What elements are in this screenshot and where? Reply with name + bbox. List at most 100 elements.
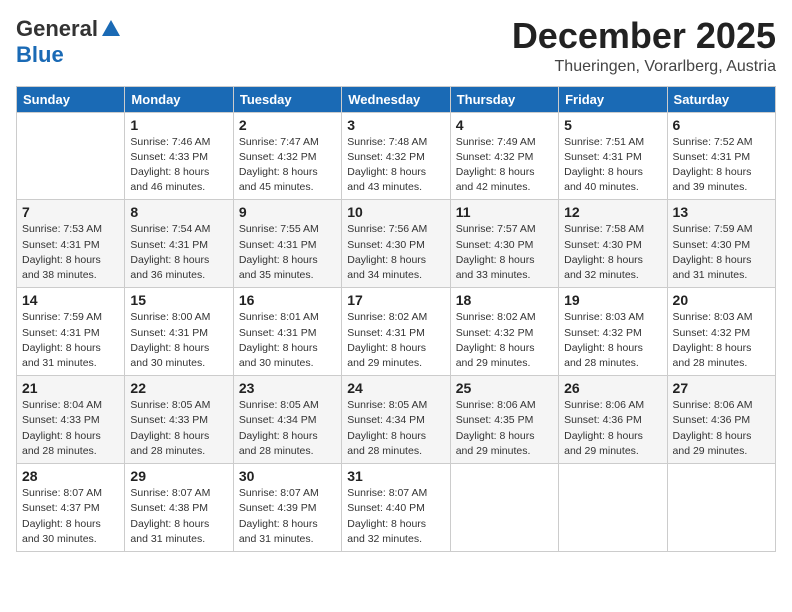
calendar-cell: 5Sunrise: 7:51 AMSunset: 4:31 PMDaylight… xyxy=(559,112,667,200)
day-number: 29 xyxy=(130,468,227,484)
calendar-cell: 26 Sunrise: 8:06 AMSunset: 4:36 PMDayligh… xyxy=(559,376,667,464)
calendar-cell: 30 Sunrise: 8:07 AMSunset: 4:39 PMDayligh… xyxy=(233,464,341,552)
day-number: 13 xyxy=(673,204,770,220)
day-number: 18 xyxy=(456,292,553,308)
day-number: 12 xyxy=(564,204,661,220)
day-info: Sunrise: 8:00 AMSunset: 4:31 PMDaylight:… xyxy=(130,310,227,371)
calendar-cell: 29 Sunrise: 8:07 AMSunset: 4:38 PMDayligh… xyxy=(125,464,233,552)
calendar-cell: 4 Sunrise: 7:49 AMSunset: 4:32 PMDaylight… xyxy=(450,112,558,200)
day-number: 7 xyxy=(22,204,119,220)
calendar-cell xyxy=(450,464,558,552)
calendar-week-row: 7Sunrise: 7:53 AMSunset: 4:31 PMDaylight… xyxy=(17,200,776,288)
calendar-cell: 8Sunrise: 7:54 AMSunset: 4:31 PMDaylight… xyxy=(125,200,233,288)
calendar-cell: 3Sunrise: 7:48 AMSunset: 4:32 PMDaylight… xyxy=(342,112,450,200)
day-number: 30 xyxy=(239,468,336,484)
calendar-week-row: 21 Sunrise: 8:04 AMSunset: 4:33 PMDayligh… xyxy=(17,376,776,464)
day-info: Sunrise: 8:04 AMSunset: 4:33 PMDaylight:… xyxy=(22,398,119,459)
day-number: 9 xyxy=(239,204,336,220)
day-info: Sunrise: 8:01 AMSunset: 4:31 PMDaylight:… xyxy=(239,310,336,371)
day-number: 15 xyxy=(130,292,227,308)
calendar-cell: 15 Sunrise: 8:00 AMSunset: 4:31 PMDayligh… xyxy=(125,288,233,376)
header-friday: Friday xyxy=(559,86,667,112)
day-info: Sunrise: 7:51 AMSunset: 4:31 PMDaylight:… xyxy=(564,135,661,196)
logo-icon xyxy=(100,18,122,40)
day-number: 22 xyxy=(130,380,227,396)
calendar-cell: 19 Sunrise: 8:03 AMSunset: 4:32 PMDayligh… xyxy=(559,288,667,376)
header-monday: Monday xyxy=(125,86,233,112)
day-info: Sunrise: 8:06 AMSunset: 4:36 PMDaylight:… xyxy=(564,398,661,459)
calendar-cell: 7Sunrise: 7:53 AMSunset: 4:31 PMDaylight… xyxy=(17,200,125,288)
calendar-cell: 27Sunrise: 8:06 AMSunset: 4:36 PMDayligh… xyxy=(667,376,775,464)
day-number: 1 xyxy=(130,117,227,133)
calendar-cell: 28Sunrise: 8:07 AMSunset: 4:37 PMDayligh… xyxy=(17,464,125,552)
day-info: Sunrise: 8:07 AMSunset: 4:38 PMDaylight:… xyxy=(130,486,227,547)
month-title: December 2025 xyxy=(512,16,776,56)
calendar-cell xyxy=(559,464,667,552)
day-number: 2 xyxy=(239,117,336,133)
day-number: 3 xyxy=(347,117,444,133)
day-number: 31 xyxy=(347,468,444,484)
day-number: 10 xyxy=(347,204,444,220)
calendar-cell: 11 Sunrise: 7:57 AMSunset: 4:30 PMDayligh… xyxy=(450,200,558,288)
calendar-cell: 14Sunrise: 7:59 AMSunset: 4:31 PMDayligh… xyxy=(17,288,125,376)
calendar-cell: 16 Sunrise: 8:01 AMSunset: 4:31 PMDayligh… xyxy=(233,288,341,376)
calendar-cell: 23Sunrise: 8:05 AMSunset: 4:34 PMDayligh… xyxy=(233,376,341,464)
logo: General Blue xyxy=(16,16,122,68)
day-number: 16 xyxy=(239,292,336,308)
day-number: 25 xyxy=(456,380,553,396)
day-number: 23 xyxy=(239,380,336,396)
day-info: Sunrise: 8:07 AMSunset: 4:40 PMDaylight:… xyxy=(347,486,444,547)
calendar-cell: 31 Sunrise: 8:07 AMSunset: 4:40 PMDayligh… xyxy=(342,464,450,552)
header: General Blue December 2025 Thueringen, V… xyxy=(16,16,776,76)
calendar-cell: 21 Sunrise: 8:04 AMSunset: 4:33 PMDayligh… xyxy=(17,376,125,464)
calendar-cell: 18 Sunrise: 8:02 AMSunset: 4:32 PMDayligh… xyxy=(450,288,558,376)
logo-general-text: General xyxy=(16,16,98,42)
day-info: Sunrise: 8:02 AMSunset: 4:31 PMDaylight:… xyxy=(347,310,444,371)
calendar-cell: 22 Sunrise: 8:05 AMSunset: 4:33 PMDayligh… xyxy=(125,376,233,464)
day-info: Sunrise: 8:07 AMSunset: 4:39 PMDaylight:… xyxy=(239,486,336,547)
day-info: Sunrise: 7:49 AMSunset: 4:32 PMDaylight:… xyxy=(456,135,553,196)
calendar-cell: 1Sunrise: 7:46 AMSunset: 4:33 PMDaylight… xyxy=(125,112,233,200)
day-info: Sunrise: 8:02 AMSunset: 4:32 PMDaylight:… xyxy=(456,310,553,371)
header-sunday: Sunday xyxy=(17,86,125,112)
title-area: December 2025 Thueringen, Vorarlberg, Au… xyxy=(512,16,776,76)
day-number: 24 xyxy=(347,380,444,396)
day-number: 28 xyxy=(22,468,119,484)
calendar-cell: 13Sunrise: 7:59 AMSunset: 4:30 PMDayligh… xyxy=(667,200,775,288)
calendar-cell: 20 Sunrise: 8:03 AMSunset: 4:32 PMDayligh… xyxy=(667,288,775,376)
calendar-cell: 10Sunrise: 7:56 AMSunset: 4:30 PMDayligh… xyxy=(342,200,450,288)
calendar-week-row: 1Sunrise: 7:46 AMSunset: 4:33 PMDaylight… xyxy=(17,112,776,200)
calendar-table: SundayMondayTuesdayWednesdayThursdayFrid… xyxy=(16,86,776,552)
calendar-cell: 2 Sunrise: 7:47 AMSunset: 4:32 PMDaylight… xyxy=(233,112,341,200)
header-saturday: Saturday xyxy=(667,86,775,112)
day-number: 21 xyxy=(22,380,119,396)
day-number: 6 xyxy=(673,117,770,133)
day-info: Sunrise: 8:05 AMSunset: 4:34 PMDaylight:… xyxy=(347,398,444,459)
day-number: 11 xyxy=(456,204,553,220)
calendar-cell: 6 Sunrise: 7:52 AMSunset: 4:31 PMDaylight… xyxy=(667,112,775,200)
header-tuesday: Tuesday xyxy=(233,86,341,112)
day-info: Sunrise: 7:47 AMSunset: 4:32 PMDaylight:… xyxy=(239,135,336,196)
calendar-cell: 17 Sunrise: 8:02 AMSunset: 4:31 PMDayligh… xyxy=(342,288,450,376)
calendar-cell xyxy=(667,464,775,552)
day-number: 26 xyxy=(564,380,661,396)
day-info: Sunrise: 7:54 AMSunset: 4:31 PMDaylight:… xyxy=(130,222,227,283)
day-number: 4 xyxy=(456,117,553,133)
day-info: Sunrise: 8:03 AMSunset: 4:32 PMDaylight:… xyxy=(564,310,661,371)
day-info: Sunrise: 8:06 AMSunset: 4:36 PMDaylight:… xyxy=(673,398,770,459)
calendar-week-row: 14Sunrise: 7:59 AMSunset: 4:31 PMDayligh… xyxy=(17,288,776,376)
day-number: 17 xyxy=(347,292,444,308)
day-info: Sunrise: 7:57 AMSunset: 4:30 PMDaylight:… xyxy=(456,222,553,283)
calendar-week-row: 28Sunrise: 8:07 AMSunset: 4:37 PMDayligh… xyxy=(17,464,776,552)
day-info: Sunrise: 7:52 AMSunset: 4:31 PMDaylight:… xyxy=(673,135,770,196)
day-number: 20 xyxy=(673,292,770,308)
day-info: Sunrise: 8:03 AMSunset: 4:32 PMDaylight:… xyxy=(673,310,770,371)
calendar-header-row: SundayMondayTuesdayWednesdayThursdayFrid… xyxy=(17,86,776,112)
day-number: 19 xyxy=(564,292,661,308)
day-info: Sunrise: 8:06 AMSunset: 4:35 PMDaylight:… xyxy=(456,398,553,459)
day-info: Sunrise: 8:05 AMSunset: 4:33 PMDaylight:… xyxy=(130,398,227,459)
day-info: Sunrise: 7:59 AMSunset: 4:31 PMDaylight:… xyxy=(22,310,119,371)
calendar-cell: 9Sunrise: 7:55 AMSunset: 4:31 PMDaylight… xyxy=(233,200,341,288)
day-info: Sunrise: 7:58 AMSunset: 4:30 PMDaylight:… xyxy=(564,222,661,283)
header-thursday: Thursday xyxy=(450,86,558,112)
